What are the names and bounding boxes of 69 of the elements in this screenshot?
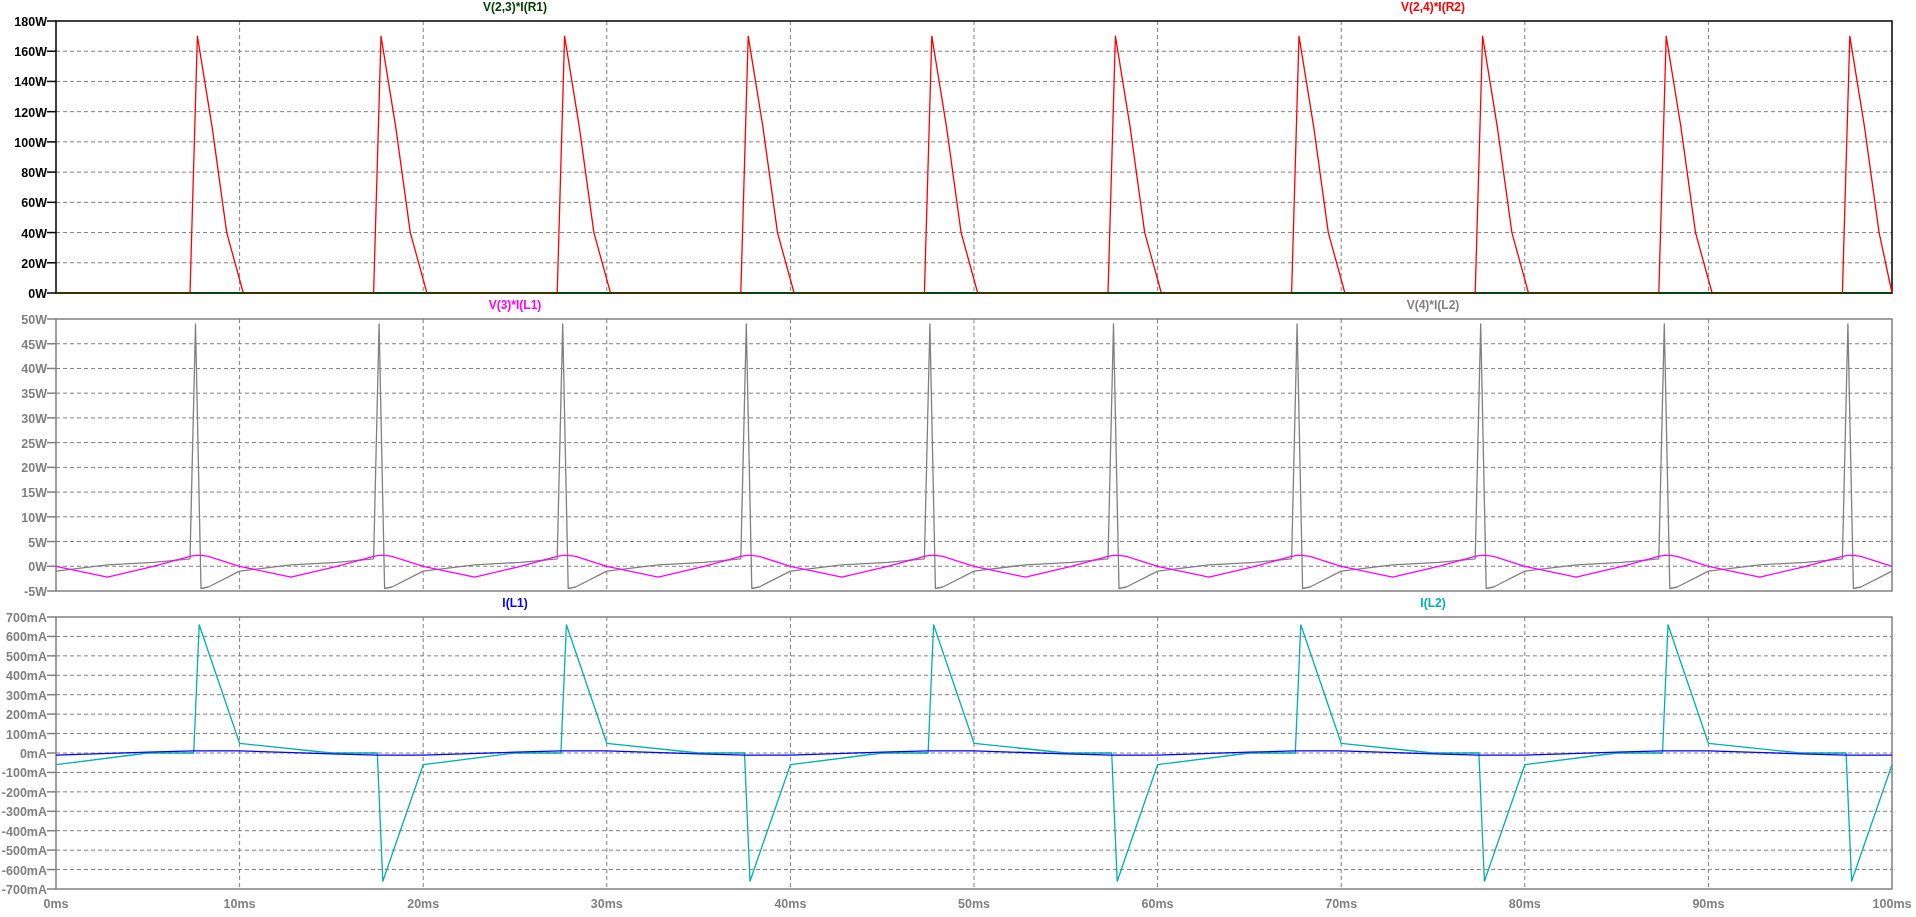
tick-mark — [46, 231, 57, 234]
trace-label: V(2,4)*I(R2) — [1401, 0, 1465, 14]
y-tick-label: -700mA — [1, 883, 47, 897]
trace-label: I(L1) — [502, 596, 528, 610]
trace-label: V(2,3)*I(R1) — [483, 0, 547, 14]
y-tick-label: 10W — [21, 510, 47, 525]
y-tick-label: 700mA — [6, 611, 47, 625]
y-tick-label: 80W — [21, 166, 47, 181]
y-tick-label: -100mA — [1, 766, 47, 781]
tick-mark — [46, 318, 57, 320]
trace-label: V(3)*I(L1) — [488, 298, 542, 312]
y-tick-label: 160W — [14, 45, 47, 60]
tick-mark — [46, 171, 57, 173]
tick-mark — [46, 110, 57, 113]
trace-label: V(4)*I(L2) — [1406, 298, 1460, 312]
tick-mark — [46, 262, 57, 264]
y-tick-label: -200mA — [1, 785, 47, 800]
y-tick-label: 0W — [28, 287, 47, 301]
tick-mark — [46, 201, 57, 204]
tick-mark — [46, 80, 57, 83]
y-tick-label: -300mA — [1, 805, 47, 820]
tick-mark — [46, 20, 57, 22]
tick-mark — [46, 888, 57, 890]
tick-mark — [46, 50, 57, 52]
y-tick-label: 0W — [28, 560, 47, 575]
x-tick-label: 60ms — [1141, 897, 1174, 911]
y-tick-label: 500mA — [6, 649, 47, 664]
y-tick-label: 300mA — [6, 688, 47, 703]
y-tick-label: 0mA — [19, 747, 47, 761]
x-tick-label: 40ms — [774, 897, 807, 911]
tick-mark — [46, 565, 57, 567]
x-tick-label: 50ms — [958, 897, 990, 911]
y-tick-label: 35W — [21, 387, 47, 402]
x-tick-label: 20ms — [407, 897, 440, 911]
y-tick-label: 140W — [14, 75, 47, 90]
y-tick-label: 40W — [21, 362, 47, 377]
y-tick-label: 100mA — [6, 727, 47, 742]
tick-mark — [46, 590, 57, 592]
x-tick-label: 30ms — [590, 897, 623, 911]
tick-mark — [46, 141, 57, 143]
y-tick-label: 200mA — [6, 708, 47, 723]
y-tick-label: -500mA — [1, 844, 47, 859]
y-tick-label: 20W — [21, 256, 47, 271]
y-tick-label: 15W — [21, 486, 47, 501]
x-tick-label: 70ms — [1325, 897, 1358, 911]
y-tick-label: -600mA — [1, 863, 47, 878]
y-tick-label: -5W — [24, 585, 47, 599]
y-tick-label: 25W — [21, 436, 47, 451]
y-tick-label: 5W — [28, 535, 47, 550]
y-tick-label: -400mA — [1, 824, 47, 839]
y-tick-label: 180W — [14, 15, 47, 29]
y-tick-label: 45W — [21, 337, 47, 352]
x-tick-label: 80ms — [1508, 897, 1541, 911]
y-tick-label: 40W — [21, 226, 47, 241]
x-tick-label: 0ms — [43, 897, 69, 911]
tick-mark — [46, 292, 57, 294]
y-tick-label: 20W — [21, 461, 47, 476]
tick-mark — [46, 616, 57, 618]
y-tick-label: 600mA — [6, 630, 47, 645]
x-tick-label: 100ms — [1872, 897, 1912, 911]
trace-label: I(L2) — [1420, 596, 1446, 610]
y-tick-label: 60W — [21, 196, 47, 211]
y-tick-label: 400mA — [6, 669, 47, 684]
x-tick-label: 10ms — [223, 897, 256, 911]
y-tick-label: 30W — [21, 411, 47, 426]
x-tick-label: 90ms — [1692, 897, 1725, 911]
y-tick-label: 120W — [14, 105, 47, 120]
y-tick-label: 50W — [21, 313, 47, 327]
y-tick-label: 100W — [14, 135, 47, 150]
